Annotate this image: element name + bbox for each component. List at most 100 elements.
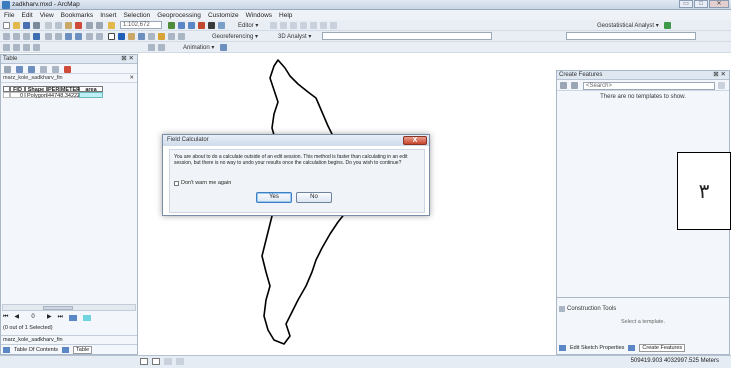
swipe-icon[interactable] [168,33,175,40]
maximize-button[interactable]: □ [694,0,708,8]
close-icon[interactable]: ⊠ ✕ [713,71,726,79]
html-popup-icon[interactable] [158,33,165,40]
editor-toolbar-icon[interactable] [168,22,175,29]
layout-zoom-in-icon[interactable] [3,44,10,51]
print-icon[interactable] [33,22,40,29]
attributes-icon[interactable] [320,22,327,29]
search-window-icon[interactable] [188,22,195,29]
current-record-field[interactable]: 0 [25,313,41,322]
layout-zoom-out-icon[interactable] [13,44,20,51]
related-tables-icon[interactable] [16,66,23,73]
next-record-icon[interactable]: ▶ [47,313,52,322]
rotate-tool-icon[interactable] [310,22,317,29]
panel-splitter[interactable] [557,297,729,300]
menu-view[interactable]: View [40,12,54,19]
refresh-icon[interactable] [164,358,172,365]
pause-drawing-icon[interactable] [176,358,184,365]
time-slider-icon[interactable] [178,33,185,40]
table-row[interactable]: 0 Polygon 44748.342225 [3,92,131,99]
catalog-icon[interactable] [178,22,185,29]
3d-analyst-menu[interactable]: 3D Analyst ▾ [278,33,311,40]
row-selector[interactable] [3,92,10,98]
template-search-input[interactable]: <Search> [583,82,715,90]
undo-icon[interactable] [86,22,93,29]
menu-file[interactable]: File [4,12,14,19]
show-all-records-icon[interactable] [69,314,78,321]
geostat-wizard-icon[interactable] [664,22,671,29]
delete-selected-icon[interactable] [64,66,71,73]
dialog-close-button[interactable]: X [403,136,427,145]
animation-controls-icon[interactable] [220,44,227,51]
copy-icon[interactable] [55,22,62,29]
open-folder-icon[interactable] [13,22,20,29]
table-cell[interactable]: 0 [10,92,25,99]
hyperlink-icon[interactable] [148,33,155,40]
forward-extent-icon[interactable] [75,33,82,40]
new-document-icon[interactable] [3,22,10,29]
layer-tab[interactable]: marz_kole_sadkharv_fin ✕ [1,74,137,83]
table-horizontal-scrollbar[interactable] [2,304,136,311]
table-options-icon[interactable] [4,66,11,73]
table-cell[interactable]: Polygon [25,92,47,99]
vertex-tool-icon[interactable] [290,22,297,29]
previous-record-icon[interactable]: ◀ [14,313,19,322]
menu-selection[interactable]: Selection [123,12,150,19]
find-icon[interactable] [128,33,135,40]
close-icon[interactable]: ⊠ ✕ [121,55,134,63]
minimize-button[interactable]: ▭ [679,0,693,8]
organize-templates-icon[interactable] [560,82,567,89]
edit-tool-icon[interactable] [270,22,277,29]
tab-table[interactable]: Table [73,345,93,354]
redo-icon[interactable] [96,22,103,29]
pan-icon[interactable] [23,33,30,40]
show-selected-records-icon[interactable] [83,314,92,321]
model-builder-icon[interactable] [218,22,225,29]
clear-selection-table-icon[interactable] [52,66,59,73]
close-tab-icon[interactable]: ✕ [129,74,134,82]
no-button[interactable]: No [296,192,332,203]
filter-icon[interactable] [571,82,578,89]
geostat-layer-combo[interactable] [566,32,696,40]
checkbox-box[interactable] [174,180,179,186]
back-extent-icon[interactable] [65,33,72,40]
menu-geoprocessing[interactable]: Geoprocessing [157,12,201,19]
add-data-icon[interactable] [108,22,115,29]
paste-icon[interactable] [65,22,72,29]
3d-layer-combo[interactable] [322,32,492,40]
layout-pan-icon[interactable] [23,44,30,51]
first-record-icon[interactable]: ⏮ [3,313,8,322]
tab-table-of-contents[interactable]: Table Of Contents [14,347,58,353]
cut-icon[interactable] [45,22,52,29]
create-features-tab[interactable]: Create Features [639,344,686,352]
menu-help[interactable]: Help [279,12,292,19]
zoom-in-icon[interactable] [3,33,10,40]
menu-insert[interactable]: Insert [100,12,116,19]
yes-button[interactable]: Yes [256,192,292,203]
measure-icon[interactable] [138,33,145,40]
close-window-button[interactable]: ✕ [709,0,729,8]
last-record-icon[interactable]: ⏭ [58,313,63,322]
clear-selection-icon[interactable] [96,33,103,40]
search-icon[interactable] [718,82,725,89]
data-view-icon[interactable] [140,358,148,365]
select-elements-icon[interactable] [108,33,115,40]
scrollbar-thumb[interactable] [43,306,73,310]
animation-menu[interactable]: Animation ▾ [183,44,214,51]
delete-icon[interactable] [75,22,82,29]
select-features-icon[interactable] [86,33,93,40]
zoom-out-icon[interactable] [13,33,20,40]
layout-view-icon[interactable] [152,358,160,365]
sketch-tool-icon[interactable] [280,22,287,29]
zoom-whole-page-icon[interactable] [33,44,40,51]
draw-tool-icon[interactable] [148,44,155,51]
menu-customize[interactable]: Customize [208,12,239,19]
georeferencing-menu[interactable]: Georeferencing ▾ [212,33,258,40]
menu-windows[interactable]: Windows [246,12,272,19]
sketch-properties-icon[interactable] [330,22,337,29]
identify-icon[interactable] [118,33,125,40]
select-by-attributes-icon[interactable] [28,66,35,73]
text-tool-icon[interactable] [158,44,165,51]
menu-edit[interactable]: Edit [21,12,32,19]
editor-menu[interactable]: Editor ▾ [238,22,258,29]
map-scale-combo[interactable]: 1:102,672 [120,21,162,29]
